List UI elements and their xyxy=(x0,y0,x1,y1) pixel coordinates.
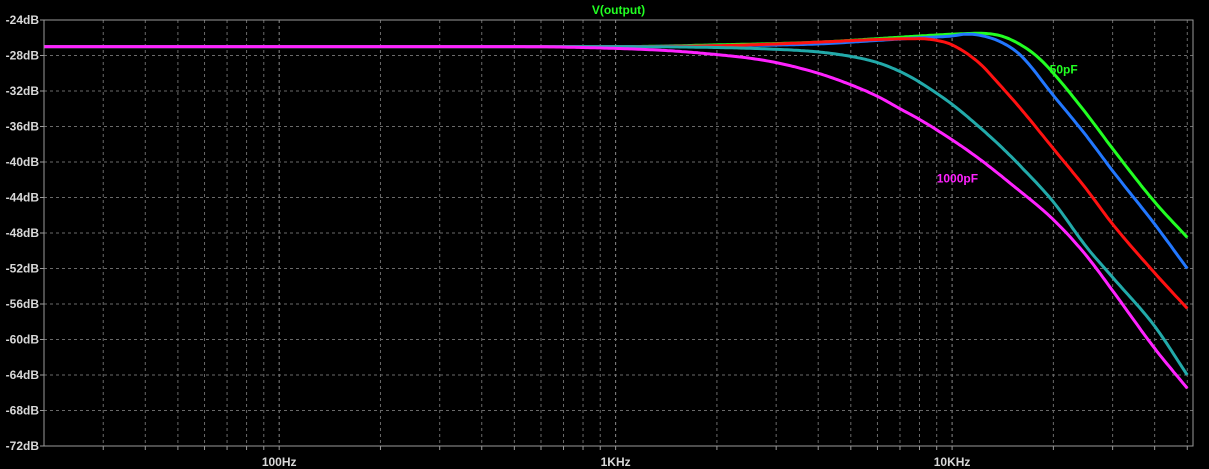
plot-title: V(output) xyxy=(592,3,645,17)
grid-lines xyxy=(40,19,1193,450)
y-tick-label: -52dB xyxy=(6,262,40,276)
plot-frame xyxy=(43,19,1194,447)
series-annotation: 50pF xyxy=(1050,62,1078,76)
series-line-5 xyxy=(44,45,1189,390)
x-tick-label: 1KHz xyxy=(601,455,631,469)
y-axis-labels: -24dB -28dB -32dB -36dB -40dB -44dB -48dB -52dB… xyxy=(6,13,40,453)
y-tick-label: -72dB xyxy=(6,439,40,453)
y-tick-label: -44dB xyxy=(6,191,40,205)
series-line-4 xyxy=(44,45,1189,376)
x-axis-labels: 100Hz 1KHz 10KHz xyxy=(262,455,971,469)
y-tick-label: -64dB xyxy=(6,368,40,382)
y-tick-label: -48dB xyxy=(6,226,40,240)
y-tick-label: -60dB xyxy=(6,333,40,347)
annotations: 50pF 1000pF xyxy=(937,62,1078,185)
y-tick-label: -28dB xyxy=(6,49,40,63)
series-annotation: 1000pF xyxy=(937,171,978,185)
bode-plot[interactable]: -24dB -28dB -32dB -36dB -40dB -44dB -48dB -52dB… xyxy=(0,0,1209,469)
y-tick-label: -56dB xyxy=(6,297,40,311)
y-tick-label: -68dB xyxy=(6,404,40,418)
x-tick-label: 100Hz xyxy=(262,455,297,469)
x-tick-label: 10KHz xyxy=(934,455,971,469)
y-tick-label: -36dB xyxy=(6,120,40,134)
y-tick-label: -32dB xyxy=(6,84,40,98)
y-tick-label: -40dB xyxy=(6,155,40,169)
y-tick-label: -24dB xyxy=(6,13,40,27)
